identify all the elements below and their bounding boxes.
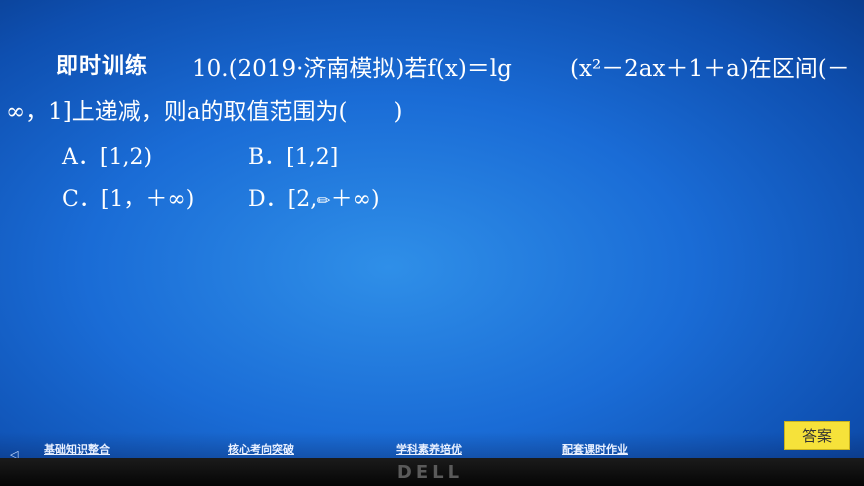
question-text-part2: (x²－2ax＋1＋a)在区间(－ [570, 56, 850, 82]
nav-core-direction[interactable]: 核心考向突破 [228, 441, 294, 457]
option-c: C．[1，＋∞) [62, 187, 195, 212]
question-text-part3: ∞，1]上递减，则a的取值范围为( ) [6, 99, 403, 125]
question-text-part1: 10.(2019·济南模拟)若f(x)＝lg [192, 56, 512, 82]
slide-title: 即时训练 [56, 54, 149, 79]
answer-button[interactable]: 答案 [784, 421, 850, 450]
back-arrow-icon[interactable]: ◁ [10, 448, 24, 461]
nav-homework[interactable]: 配套课时作业 [562, 441, 628, 457]
nav-basic-knowledge[interactable]: 基础知识整合 [44, 441, 110, 457]
option-d-prefix: D．[2, [248, 187, 318, 212]
option-a: A．[1,2) [62, 145, 153, 170]
monitor-brand-logo: DELL [396, 462, 464, 483]
option-d: D．[2,✎＋∞) [248, 181, 380, 213]
option-b: B．[1,2] [248, 145, 339, 170]
nav-literacy-training[interactable]: 学科素养培优 [396, 441, 462, 457]
option-d-suffix: ＋∞) [330, 187, 380, 212]
